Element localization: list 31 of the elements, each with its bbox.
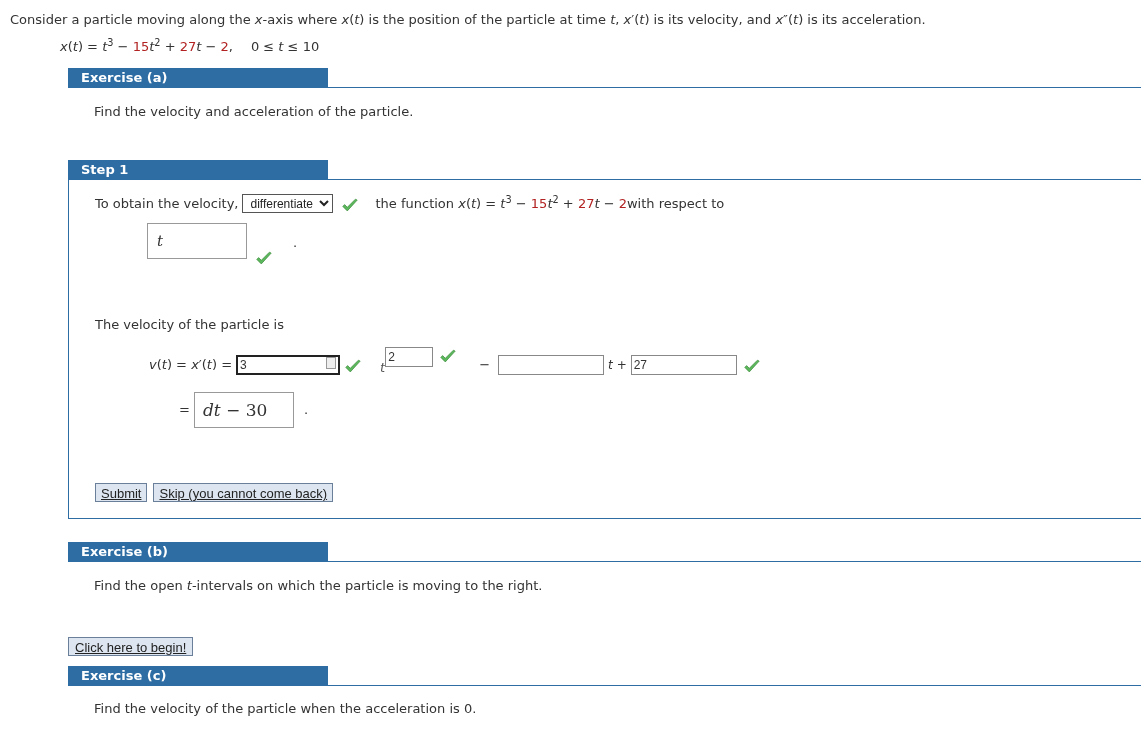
- section-header: Step 1: [68, 160, 328, 179]
- problem-statement: Consider a particle moving along the x-axis where x(t) is the position of the particle at time t, x′(t) is its velocity, and x″(t) is its acceleration.: [10, 11, 926, 29]
- equals-sign: =: [179, 401, 190, 420]
- method-dropdown[interactable]: differentiate: [242, 194, 334, 214]
- result-expression: dt − 30: [193, 392, 294, 428]
- answer-field[interactable]: 27: [630, 354, 737, 375]
- instruction-text: the function x(t) = t$^{3}$ − 15t$^{2}$ + 27t − 2with respect to: [375, 194, 725, 213]
- velocity-equation: v(t) = x′(t) =: [149, 356, 233, 374]
- exercise-prompt: Find the open t-intervals on which the particle is moving to the right.: [94, 577, 544, 595]
- answer-field[interactable]: [498, 354, 605, 375]
- velocity-label: The velocity of the particle is: [95, 316, 284, 334]
- period-text: .: [293, 234, 298, 252]
- section-header: Exercise (c): [68, 666, 328, 685]
- begin-button[interactable]: Click here to begin!: [68, 636, 194, 656]
- domain: 0 ≤ t ≤ 10: [250, 38, 320, 56]
- exercise-prompt: Find the velocity and acceleration of the particle.: [94, 103, 415, 121]
- exercise-prompt: Find the velocity of the particle when the acceleration is 0.: [94, 700, 478, 718]
- formula: x(t) = t$^{3}$ − 15t$^{2}$ + 27t − 2,: [60, 37, 233, 56]
- section-header: Exercise (b): [68, 542, 328, 561]
- minus-sign: −: [479, 356, 491, 374]
- section-header: Exercise (a): [68, 68, 328, 87]
- link-button[interactable]: Skip (you cannot come back): [153, 483, 334, 502]
- answer-field[interactable]: 3: [236, 354, 341, 375]
- variable-symbol: t: [380, 359, 386, 377]
- variable-symbol: t +: [608, 356, 627, 374]
- keypad-icon[interactable]: [326, 356, 337, 369]
- link-button[interactable]: Submit: [95, 483, 148, 502]
- answer-field[interactable]: t: [147, 223, 247, 259]
- answer-field[interactable]: 2: [385, 346, 434, 367]
- instruction-text: To obtain the velocity,: [95, 195, 239, 213]
- period-text: .: [303, 401, 309, 420]
